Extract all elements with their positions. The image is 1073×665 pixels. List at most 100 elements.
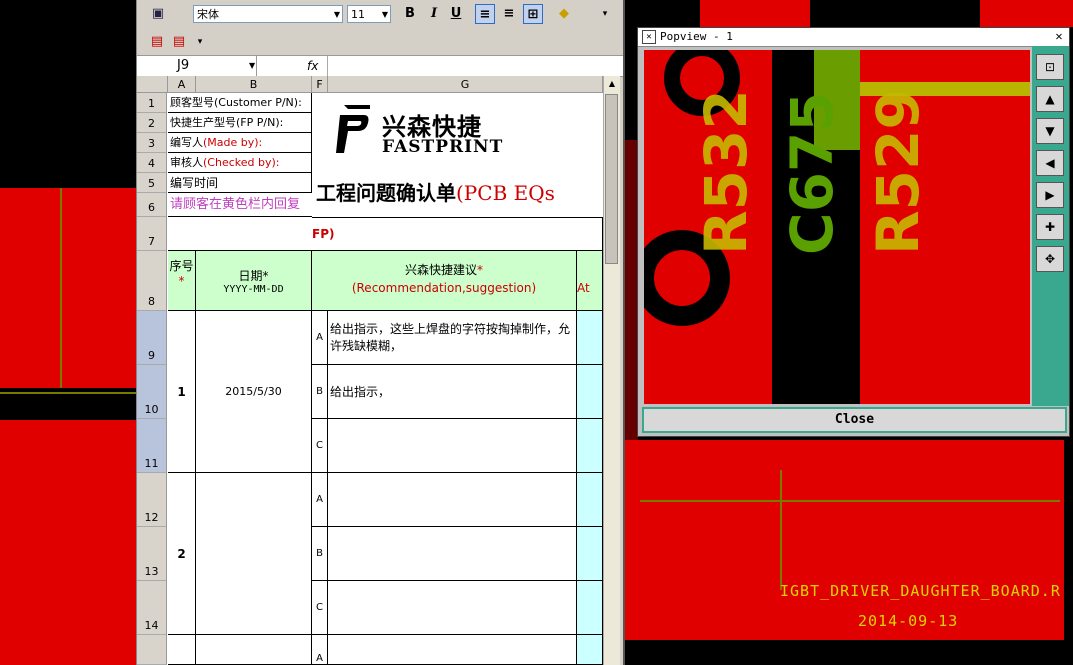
column-header-b[interactable]: B: [196, 76, 312, 93]
name-box[interactable]: J9 ▼: [137, 56, 257, 76]
popview-canvas[interactable]: R532 C675 R529: [644, 50, 1030, 404]
row-header[interactable]: 4: [137, 153, 167, 173]
column-header-f[interactable]: F: [312, 76, 328, 93]
fill-color-icon[interactable]: ◆: [553, 4, 575, 24]
entry-date[interactable]: 2015/5/30: [196, 311, 312, 473]
font-name-combo[interactable]: 宋体 ▼: [193, 5, 343, 23]
entry-number[interactable]: [168, 635, 196, 665]
fx-icon[interactable]: fx: [307, 56, 318, 76]
scroll-thumb[interactable]: [605, 94, 618, 264]
vertical-scrollbar[interactable]: ▲: [603, 76, 620, 665]
row7-g[interactable]: FP): [312, 217, 603, 251]
item-text[interactable]: [328, 635, 577, 665]
date-format-text: YYYY-MM-DD: [223, 284, 284, 295]
item-text[interactable]: 给出指示，这些上焊盘的字符按掏掉制作，允 许残缺模糊，: [328, 311, 577, 365]
customer-pn-label[interactable]: 顾客型号(Customer P/N):: [168, 93, 312, 113]
save-icon[interactable]: ▣: [149, 4, 167, 24]
close-icon[interactable]: ✕: [1053, 30, 1065, 42]
toolbar-options-icon[interactable]: ▾: [195, 32, 205, 52]
chevron-down-icon: ▼: [333, 10, 340, 19]
scroll-up-icon[interactable]: ▲: [604, 76, 620, 92]
item-letter[interactable]: A: [312, 473, 328, 527]
merge-center-icon[interactable]: ⊞: [523, 4, 543, 24]
item-letter[interactable]: C: [312, 419, 328, 473]
entry-date[interactable]: [196, 473, 312, 635]
row-header[interactable]: 13: [137, 527, 167, 581]
column-header-g[interactable]: G: [328, 76, 603, 93]
row-header[interactable]: 7: [137, 217, 167, 251]
entry-date[interactable]: [196, 635, 312, 665]
underline-button[interactable]: U: [447, 4, 465, 24]
row-header[interactable]: 3: [137, 133, 167, 153]
recommendation-header[interactable]: 兴森快捷建议* (Recommendation,suggestion): [312, 251, 577, 311]
row-header[interactable]: [137, 635, 167, 665]
pcb-trace: [60, 188, 62, 388]
popview-toolbar: ⊡ ▲ ▼ ◀ ▶ ✚ ✥: [1032, 46, 1069, 406]
item-letter[interactable]: A: [312, 635, 328, 665]
row7-blank[interactable]: [168, 217, 312, 251]
select-all-corner[interactable]: [137, 76, 168, 93]
write-time-label[interactable]: 编写时间: [168, 173, 312, 193]
pan-right-icon[interactable]: ▶: [1036, 182, 1064, 208]
toolbar-options-icon[interactable]: ▾: [599, 4, 611, 24]
item-letter[interactable]: B: [312, 365, 328, 419]
row-header[interactable]: 2: [137, 113, 167, 133]
close-button[interactable]: Close: [642, 407, 1067, 433]
pan-down-icon[interactable]: ▼: [1036, 118, 1064, 144]
item-text[interactable]: [328, 473, 577, 527]
checked-by-label[interactable]: 审核人(Checked by):: [168, 153, 312, 173]
column-header-a[interactable]: A: [168, 76, 196, 93]
row-header[interactable]: 10: [137, 365, 167, 419]
item-letter[interactable]: B: [312, 527, 328, 581]
row-header[interactable]: 5: [137, 173, 167, 193]
row-header[interactable]: 8: [137, 251, 167, 311]
reply-cell[interactable]: [577, 311, 603, 365]
reply-cell[interactable]: [577, 527, 603, 581]
seq-header[interactable]: 序号 *: [168, 251, 196, 311]
entry-number[interactable]: 1: [168, 311, 196, 473]
row-header[interactable]: 14: [137, 581, 167, 635]
item-text[interactable]: [328, 527, 577, 581]
bold-button[interactable]: B: [401, 4, 419, 24]
row-header[interactable]: 12: [137, 473, 167, 527]
reply-cell[interactable]: [577, 635, 603, 665]
pan-up-icon[interactable]: ▲: [1036, 86, 1064, 112]
reply-cell[interactable]: [577, 473, 603, 527]
fp-pn-label[interactable]: 快捷生产型号(FP P/N):: [168, 113, 312, 133]
item-letter[interactable]: C: [312, 581, 328, 635]
align-left-icon[interactable]: ≡: [475, 4, 495, 24]
item-letter[interactable]: A: [312, 311, 328, 365]
chevron-down-icon: ▼: [381, 10, 388, 19]
zoom-in-icon[interactable]: ✚: [1036, 214, 1064, 240]
item-text[interactable]: [328, 581, 577, 635]
formula-input[interactable]: [327, 56, 623, 76]
sheet-grid: A B F G 1 2 3 4 5 6 7 8 9 10 11 12 13 14…: [137, 76, 607, 665]
pcb-copper-region: [0, 420, 136, 665]
row-header[interactable]: 1: [137, 93, 167, 113]
italic-button[interactable]: I: [425, 4, 443, 24]
reply-cell[interactable]: [577, 365, 603, 419]
popview-title: Popview - 1: [660, 30, 733, 43]
attachment-header[interactable]: At: [577, 251, 603, 311]
reply-instruction[interactable]: 请顾客在黄色栏内回复: [168, 193, 312, 217]
item-text[interactable]: 给出指示，: [328, 365, 577, 419]
zoom-fit-icon[interactable]: ⊡: [1036, 54, 1064, 80]
pdf-settings-icon[interactable]: ▤: [171, 32, 187, 52]
zoom-out-icon[interactable]: ✥: [1036, 246, 1064, 272]
popview-titlebar[interactable]: ✕ Popview - 1 ✕: [638, 28, 1069, 47]
rec-en-text: (Recommendation,suggestion): [351, 281, 537, 295]
pan-left-icon[interactable]: ◀: [1036, 150, 1064, 176]
made-by-label[interactable]: 编写人(Made by):: [168, 133, 312, 153]
pdf-icon[interactable]: ▤: [149, 32, 165, 52]
row-header[interactable]: 11: [137, 419, 167, 473]
font-name-value: 宋体: [197, 8, 219, 21]
reply-cell[interactable]: [577, 419, 603, 473]
item-text[interactable]: [328, 419, 577, 473]
date-header[interactable]: 日期* YYYY-MM-DD: [196, 251, 312, 311]
font-size-combo[interactable]: 11 ▼: [347, 5, 391, 23]
row-header[interactable]: 9: [137, 311, 167, 365]
reply-cell[interactable]: [577, 581, 603, 635]
entry-number[interactable]: 2: [168, 473, 196, 635]
row-header[interactable]: 6: [137, 193, 167, 217]
align-center-icon[interactable]: ≡: [499, 4, 519, 24]
